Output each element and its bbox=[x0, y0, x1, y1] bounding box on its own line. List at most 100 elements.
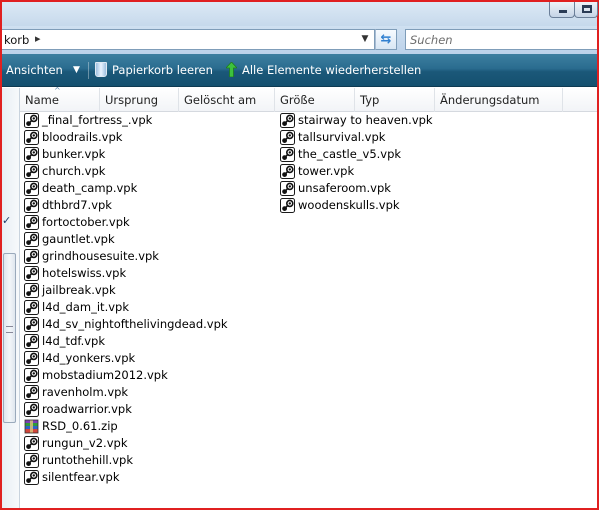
steam-icon bbox=[24, 266, 39, 281]
file-item[interactable]: church.vpk bbox=[23, 163, 228, 180]
steam-icon bbox=[24, 181, 39, 196]
file-item[interactable]: silentfear.vpk bbox=[23, 469, 228, 486]
empty-recycle-bin-button[interactable]: Papierkorb leeren bbox=[95, 54, 213, 87]
file-name: ravenholm.vpk bbox=[42, 385, 129, 399]
file-item[interactable]: grindhousesuite.vpk bbox=[23, 248, 228, 265]
recycle-bin-icon bbox=[95, 62, 107, 77]
breadcrumb-chevron-icon[interactable]: ▸ bbox=[35, 32, 41, 45]
file-name: bunker.vpk bbox=[42, 147, 106, 161]
file-name: l4d_yonkers.vpk bbox=[42, 351, 136, 365]
steam-icon bbox=[280, 130, 295, 145]
column-header-type[interactable]: Typ bbox=[355, 88, 435, 112]
address-dropdown-icon[interactable]: ▼ bbox=[358, 32, 372, 47]
restore-arrow-icon bbox=[226, 62, 237, 77]
steam-icon bbox=[24, 283, 39, 298]
column-header-deleted[interactable]: Gelöscht am bbox=[179, 88, 275, 112]
refresh-icon: ⇆ bbox=[380, 32, 392, 47]
file-item[interactable]: bloodrails.vpk bbox=[23, 129, 228, 146]
nav-pane-scrollbar[interactable] bbox=[3, 253, 16, 423]
checkmark-icon: ✓ bbox=[2, 214, 12, 227]
address-row: korb ▸ ▼ ⇆ bbox=[2, 26, 597, 54]
steam-icon bbox=[24, 249, 39, 264]
file-name: roadwarrior.vpk bbox=[42, 402, 132, 416]
column-header-modified[interactable]: Änderungsdatum bbox=[435, 88, 563, 112]
minimize-button[interactable] bbox=[549, 2, 575, 18]
file-item[interactable]: roadwarrior.vpk bbox=[23, 401, 228, 418]
file-item[interactable]: unsaferoom.vpk bbox=[279, 180, 433, 197]
file-item[interactable]: l4d_sv_nightofthelivingdead.vpk bbox=[23, 316, 228, 333]
toolbar-separator bbox=[88, 62, 89, 79]
file-item[interactable]: stairway to heaven.vpk bbox=[279, 112, 433, 129]
steam-icon bbox=[24, 334, 39, 349]
file-item[interactable]: jailbreak.vpk bbox=[23, 282, 228, 299]
file-name: unsaferoom.vpk bbox=[298, 181, 391, 195]
steam-icon bbox=[24, 436, 39, 451]
steam-icon bbox=[24, 130, 39, 145]
file-item[interactable]: l4d_dam_it.vpk bbox=[23, 299, 228, 316]
steam-icon bbox=[24, 198, 39, 213]
zip-archive-icon bbox=[24, 419, 39, 434]
address-bar[interactable]: korb ▸ ▼ bbox=[2, 29, 375, 50]
file-item[interactable]: the_castle_v5.vpk bbox=[279, 146, 433, 163]
file-item[interactable]: hotelswiss.vpk bbox=[23, 265, 228, 282]
file-item[interactable]: fortoctober.vpk bbox=[23, 214, 228, 231]
file-item[interactable]: _final_fortress_.vpk bbox=[23, 112, 228, 129]
file-item[interactable]: l4d_tdf.vpk bbox=[23, 333, 228, 350]
file-name: dthbrd7.vpk bbox=[42, 198, 112, 212]
steam-icon bbox=[24, 232, 39, 247]
scrollbar-grip-icon bbox=[6, 326, 13, 333]
steam-icon bbox=[24, 147, 39, 162]
file-item[interactable]: rungun_v2.vpk bbox=[23, 435, 228, 452]
steam-icon bbox=[24, 368, 39, 383]
file-item[interactable]: RSD_0.61.zip bbox=[23, 418, 228, 435]
steam-icon bbox=[24, 164, 39, 179]
empty-recycle-bin-label: Papierkorb leeren bbox=[112, 63, 213, 77]
maximize-button[interactable] bbox=[574, 2, 598, 18]
file-item[interactable]: gauntlet.vpk bbox=[23, 231, 228, 248]
sort-ascending-icon: ^ bbox=[54, 86, 61, 95]
file-name: the_castle_v5.vpk bbox=[298, 147, 402, 161]
column-header-name[interactable]: ^ Name bbox=[20, 86, 100, 112]
views-button[interactable]: Ansichten bbox=[6, 54, 63, 87]
steam-icon bbox=[24, 470, 39, 485]
file-name: runtothehill.vpk bbox=[42, 453, 134, 467]
file-item[interactable]: death_camp.vpk bbox=[23, 180, 228, 197]
file-name: hotelswiss.vpk bbox=[42, 266, 127, 280]
steam-icon bbox=[24, 385, 39, 400]
file-item[interactable]: runtothehill.vpk bbox=[23, 452, 228, 469]
file-name: tallsurvival.vpk bbox=[298, 130, 386, 144]
steam-icon bbox=[24, 351, 39, 366]
refresh-button[interactable]: ⇆ bbox=[375, 29, 397, 50]
file-name: RSD_0.61.zip bbox=[42, 419, 118, 433]
file-name: rungun_v2.vpk bbox=[42, 436, 128, 450]
breadcrumb[interactable]: korb bbox=[4, 33, 29, 47]
steam-icon bbox=[24, 300, 39, 315]
steam-icon bbox=[24, 113, 39, 128]
file-name: _final_fortress_.vpk bbox=[42, 113, 153, 127]
file-item[interactable]: l4d_yonkers.vpk bbox=[23, 350, 228, 367]
search-input[interactable] bbox=[410, 32, 590, 47]
steam-icon bbox=[280, 198, 295, 213]
file-item[interactable]: ravenholm.vpk bbox=[23, 384, 228, 401]
file-name: bloodrails.vpk bbox=[42, 130, 123, 144]
file-name: l4d_dam_it.vpk bbox=[42, 300, 129, 314]
file-name: l4d_sv_nightofthelivingdead.vpk bbox=[42, 317, 228, 331]
file-item[interactable]: tallsurvival.vpk bbox=[279, 129, 433, 146]
steam-icon bbox=[280, 181, 295, 196]
file-name: stairway to heaven.vpk bbox=[298, 113, 433, 127]
steam-icon bbox=[24, 402, 39, 417]
views-dropdown-icon[interactable]: ▼ bbox=[73, 54, 80, 87]
column-header-size[interactable]: Größe bbox=[275, 88, 355, 112]
column-header-origin[interactable]: Ursprung bbox=[100, 88, 179, 112]
file-item[interactable]: dthbrd7.vpk bbox=[23, 197, 228, 214]
steam-icon bbox=[24, 453, 39, 468]
steam-icon bbox=[24, 215, 39, 230]
restore-all-label: Alle Elemente wiederherstellen bbox=[242, 63, 422, 77]
restore-all-button[interactable]: Alle Elemente wiederherstellen bbox=[226, 54, 421, 87]
file-item[interactable]: tower.vpk bbox=[279, 163, 433, 180]
navigation-pane[interactable]: ✓ bbox=[2, 88, 20, 508]
file-item[interactable]: bunker.vpk bbox=[23, 146, 228, 163]
file-item[interactable]: woodenskulls.vpk bbox=[279, 197, 433, 214]
search-box[interactable] bbox=[405, 29, 597, 50]
file-item[interactable]: mobstadium2012.vpk bbox=[23, 367, 228, 384]
